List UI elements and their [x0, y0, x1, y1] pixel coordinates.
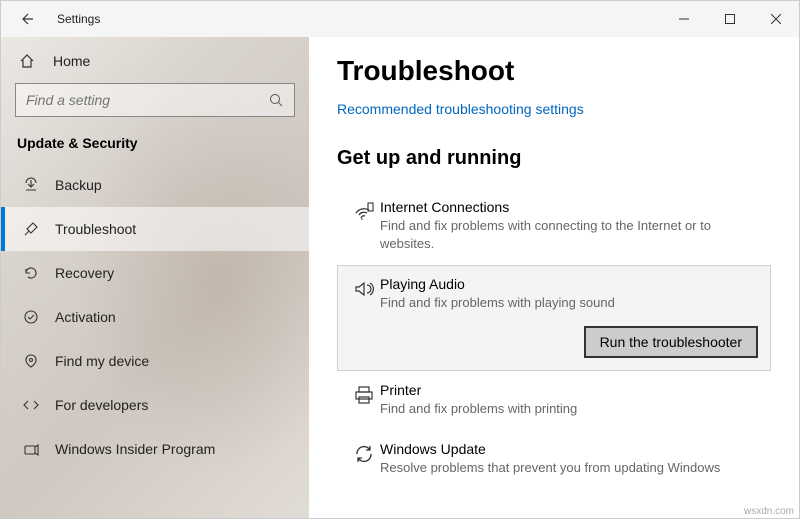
sidebar: Home Update & Security Backup Troublesho…	[1, 37, 309, 518]
maximize-button[interactable]	[707, 1, 753, 37]
troubleshoot-item-title: Printer	[380, 382, 758, 398]
page-title: Troubleshoot	[337, 55, 771, 87]
troubleshoot-item-windows-update[interactable]: Windows Update Resolve problems that pre…	[337, 430, 771, 490]
sidebar-item-activation[interactable]: Activation	[1, 295, 309, 339]
sidebar-item-backup[interactable]: Backup	[1, 163, 309, 207]
titlebar: Settings	[1, 1, 799, 37]
section-title: Get up and running	[337, 147, 771, 170]
search-icon	[268, 93, 284, 107]
sidebar-item-insider[interactable]: Windows Insider Program	[1, 427, 309, 471]
minimize-button[interactable]	[661, 1, 707, 37]
arrow-left-icon	[19, 11, 35, 27]
search-field[interactable]	[26, 92, 268, 108]
watermark: wsxdn.com	[744, 506, 794, 517]
sidebar-item-troubleshoot[interactable]: Troubleshoot	[1, 207, 309, 251]
run-troubleshooter-button[interactable]: Run the troubleshooter	[584, 326, 758, 358]
troubleshoot-item-desc: Find and fix problems with connecting to…	[380, 217, 758, 252]
recovery-icon	[21, 265, 41, 281]
activation-icon	[21, 309, 41, 325]
troubleshoot-item-title: Playing Audio	[380, 276, 758, 292]
sidebar-item-label: Troubleshoot	[55, 221, 136, 237]
home-icon	[17, 53, 37, 69]
audio-icon	[348, 276, 380, 358]
home-label: Home	[53, 53, 90, 69]
main-content: Troubleshoot Recommended troubleshooting…	[309, 37, 799, 518]
recommended-settings-link[interactable]: Recommended troubleshooting settings	[337, 101, 584, 117]
printer-icon	[348, 382, 380, 418]
window-title: Settings	[57, 12, 100, 26]
developers-icon	[21, 397, 41, 413]
insider-icon	[21, 441, 41, 457]
troubleshoot-item-title: Windows Update	[380, 441, 758, 457]
update-icon	[348, 441, 380, 477]
troubleshoot-item-desc: Resolve problems that prevent you from u…	[380, 459, 758, 477]
sidebar-item-label: Recovery	[55, 265, 114, 281]
sidebar-item-find-device[interactable]: Find my device	[1, 339, 309, 383]
troubleshoot-icon	[21, 221, 41, 237]
sidebar-item-label: For developers	[55, 397, 148, 413]
sidebar-item-label: Find my device	[55, 353, 149, 369]
home-link[interactable]: Home	[1, 45, 309, 79]
troubleshoot-item-title: Internet Connections	[380, 199, 758, 215]
troubleshoot-item-desc: Find and fix problems with playing sound	[380, 294, 758, 312]
troubleshoot-item-audio[interactable]: Playing Audio Find and fix problems with…	[337, 265, 771, 371]
back-button[interactable]	[15, 7, 39, 31]
sidebar-item-label: Activation	[55, 309, 116, 325]
sidebar-item-developers[interactable]: For developers	[1, 383, 309, 427]
sidebar-item-label: Windows Insider Program	[55, 441, 215, 457]
troubleshoot-item-printer[interactable]: Printer Find and fix problems with print…	[337, 371, 771, 431]
troubleshoot-item-internet[interactable]: Internet Connections Find and fix proble…	[337, 188, 771, 265]
window-controls	[661, 1, 799, 37]
close-button[interactable]	[753, 1, 799, 37]
troubleshoot-item-desc: Find and fix problems with printing	[380, 400, 758, 418]
find-device-icon	[21, 353, 41, 369]
sidebar-item-label: Backup	[55, 177, 102, 193]
sidebar-item-recovery[interactable]: Recovery	[1, 251, 309, 295]
wifi-icon	[348, 199, 380, 252]
search-input[interactable]	[15, 83, 295, 117]
category-title: Update & Security	[1, 127, 309, 163]
backup-icon	[21, 177, 41, 193]
